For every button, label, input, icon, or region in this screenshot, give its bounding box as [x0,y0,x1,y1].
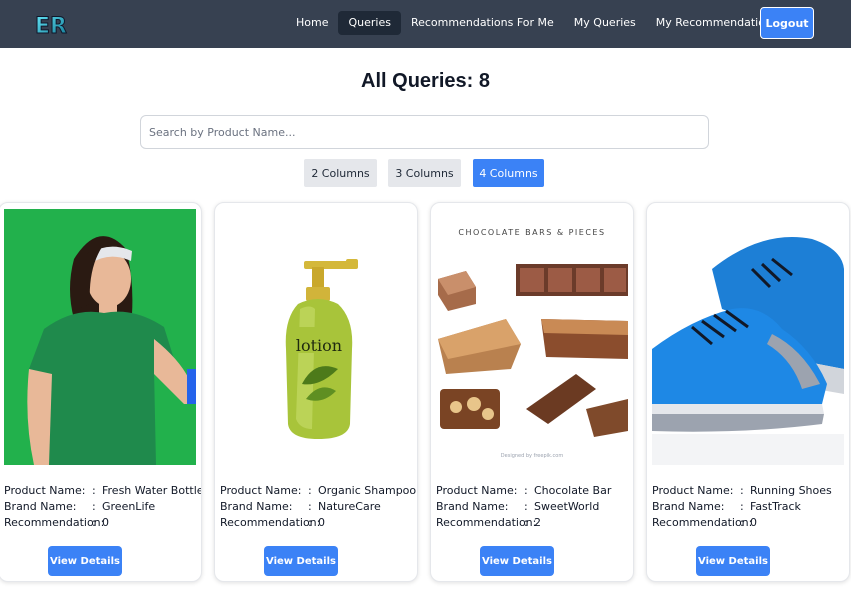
brand-name-value: SweetWorld [534,500,600,513]
brand-name-label: Brand Name: [4,500,77,513]
separator: : [524,516,528,529]
product-image-chocolate: CHOCOLATE BARS & PIECES Designed by free… [436,209,628,465]
product-name-value: Organic Shampoo [318,484,417,497]
product-info: Product Name:: Running Shoes Brand Name::… [652,483,832,531]
product-name-label: Product Name: [652,484,734,497]
three-columns-button[interactable]: 3 Columns [388,159,461,187]
product-name-value: Running Shoes [750,484,832,497]
separator: : [308,516,312,529]
brand-name-value: GreenLife [102,500,156,513]
nav-recommendations-for-me[interactable]: Recommendations For Me [401,11,564,35]
separator: : [524,484,528,497]
nav-queries[interactable]: Queries [338,11,401,35]
recommendation-label: Recommendation: [652,516,753,529]
separator: : [92,516,96,529]
product-info: Product Name:: Organic Shampoo Brand Name… [220,483,416,531]
product-name-label: Product Name: [220,484,302,497]
product-card: CHOCOLATE BARS & PIECES Designed by free… [430,202,634,582]
view-details-button[interactable]: View Details [264,546,338,576]
recommendation-count: 0 [318,516,325,529]
view-details-button[interactable]: View Details [48,546,122,576]
page-title: All Queries: 8 [361,70,490,92]
nav-home[interactable]: Home [286,11,338,35]
view-details-button[interactable]: View Details [480,546,554,576]
product-image-woman [4,209,196,465]
recommendation-label: Recommendation: [220,516,321,529]
two-columns-button[interactable]: 2 Columns [304,159,377,187]
separator: : [740,516,744,529]
search-input[interactable] [140,115,709,149]
brand-name-value: NatureCare [318,500,381,513]
nav-my-queries[interactable]: My Queries [564,11,646,35]
recommendation-label: Recommendation: [4,516,105,529]
separator: : [524,500,528,513]
brand-name-label: Brand Name: [436,500,509,513]
er-logo[interactable]: ER [34,10,68,40]
product-info: Product Name:: Fresh Water Bottle Brand N… [4,483,202,531]
view-details-button[interactable]: View Details [696,546,770,576]
nav-links: Home Queries Recommendations For Me My Q… [286,11,788,35]
recommendation-count: 0 [750,516,757,529]
brand-name-label: Brand Name: [220,500,293,513]
product-name-value: Fresh Water Bottle [102,484,202,497]
svg-text:lotion: lotion [296,336,342,355]
product-name-label: Product Name: [436,484,518,497]
product-info: Product Name:: Chocolate Bar Brand Name::… [436,483,611,531]
product-image-lotion: lotion [220,209,412,465]
navbar: ER Home Queries Recommendations For Me M… [0,0,851,48]
separator: : [92,500,96,513]
product-name-label: Product Name: [4,484,86,497]
recommendation-label: Recommendation: [436,516,537,529]
separator: : [308,500,312,513]
separator: : [92,484,96,497]
separator: : [308,484,312,497]
four-columns-button[interactable]: 4 Columns [473,159,544,187]
product-name-value: Chocolate Bar [534,484,612,497]
brand-name-value: FastTrack [750,500,801,513]
separator: : [740,484,744,497]
product-card: Product Name:: Running Shoes Brand Name::… [646,202,850,582]
recommendation-count: 2 [534,516,541,529]
separator: : [740,500,744,513]
brand-name-label: Brand Name: [652,500,725,513]
recommendation-count: 0 [102,516,109,529]
chocolate-image-caption: CHOCOLATE BARS & PIECES [458,228,605,237]
svg-text:ER: ER [35,14,67,38]
chocolate-image-watermark: Designed by freepik.com [501,453,564,459]
product-image-shoes [652,209,844,465]
product-card: lotion Product Name:: Organic Shampoo Bra… [214,202,418,582]
product-card: Product Name:: Fresh Water Bottle Brand N… [0,202,202,582]
logout-button[interactable]: Logout [760,7,814,39]
